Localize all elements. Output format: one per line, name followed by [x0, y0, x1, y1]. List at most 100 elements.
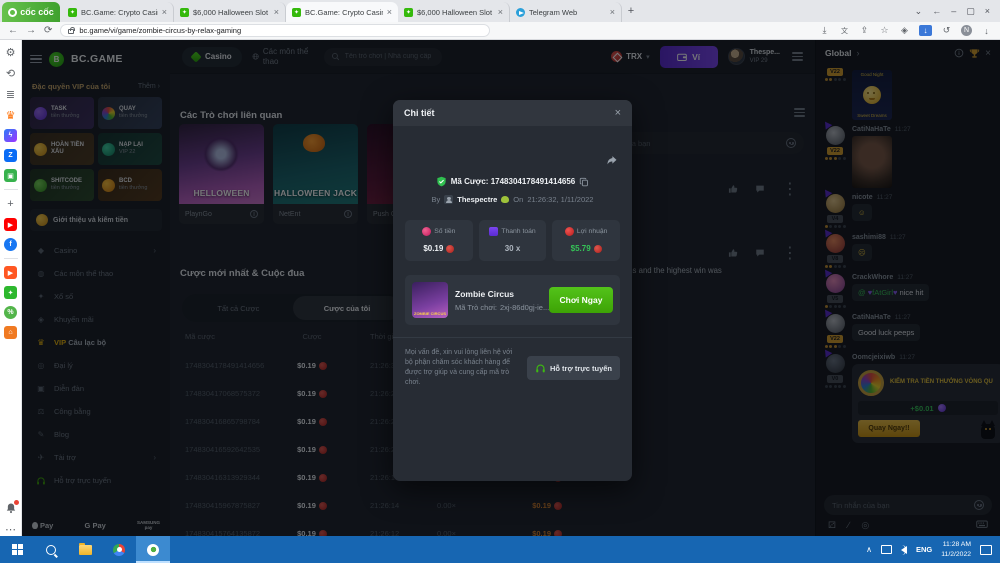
bet-details-modal: Chi tiết × Mã Cược: 1748304178491414656 … [393, 100, 632, 481]
copy-bet-id-icon[interactable] [579, 177, 589, 187]
url-text: bc.game/vi/game/zombie-circus-by-relax-g… [79, 26, 241, 35]
lock-icon [68, 29, 74, 34]
tab-title: $6,000 Halloween Slot Battle [193, 8, 270, 17]
coccoc-taskbar-icon[interactable] [136, 536, 170, 563]
modal-title: Chi tiết [404, 108, 435, 118]
tab-close-icon[interactable]: × [274, 7, 279, 17]
forward-icon[interactable]: → [26, 26, 36, 36]
tab-close-icon[interactable]: × [387, 7, 392, 17]
tray-expand-icon[interactable]: ∧ [866, 545, 872, 554]
coccoc-sidebar: ⚙ ⟲ ≣ ♛ ϟ Z ▣ + ▶ f ▶ ✦ % ⌂ ⋯ [0, 40, 22, 536]
bcgame-favicon: ✦ [404, 8, 413, 17]
shopping-cart-icon[interactable]: ⌂ [4, 326, 17, 339]
facebook-icon[interactable]: f [4, 238, 17, 251]
bcgame-favicon: ✦ [180, 8, 189, 17]
verified-shield-icon [436, 176, 447, 187]
tab-search-icon[interactable]: ⌄ [915, 6, 923, 17]
share-bet-icon[interactable] [606, 154, 618, 172]
action-center-icon[interactable] [980, 545, 992, 555]
window-minimize-button[interactable]: – [951, 6, 956, 16]
tab-close-icon[interactable]: × [162, 7, 167, 17]
bet-id-text: Mã Cược: 1748304178491414656 [451, 177, 576, 186]
user-avatar-icon [444, 195, 453, 204]
play-now-button[interactable]: Chơi Ngay [549, 287, 613, 313]
game-name: Zombie Circus [455, 289, 542, 299]
browser-tab[interactable]: Telegram Web × [510, 2, 622, 22]
stat-profit: Lợi nhuận $5.79 [552, 220, 620, 261]
add-shortcut-icon[interactable]: + [4, 197, 18, 211]
browser-addressbar: ← → ⟳ bc.game/vi/game/zombie-circus-by-r… [0, 22, 1000, 40]
bet-author-name[interactable]: Thespectre [457, 195, 497, 204]
modal-header: Chi tiết × [393, 100, 632, 126]
keyboard-language[interactable]: ENG [916, 545, 932, 554]
divider [4, 258, 18, 259]
tab-title: $6,000 Halloween Slot Battl [417, 8, 494, 17]
window-close-button[interactable]: × [985, 6, 990, 16]
back-icon[interactable]: ← [8, 26, 18, 36]
coccoc-menu-button[interactable]: cốc cốc [2, 2, 60, 22]
start-button[interactable] [0, 536, 34, 563]
window-maximize-button[interactable]: ▢ [966, 6, 975, 17]
stat-payout: Thanh toán 30 x [479, 220, 547, 261]
tab-close-icon[interactable]: × [498, 7, 503, 17]
more-icon[interactable]: ⋯ [4, 522, 18, 536]
reload-icon[interactable]: ⟳ [44, 26, 52, 36]
file-explorer-icon[interactable] [68, 536, 102, 563]
downloads-icon[interactable]: ↓ [981, 25, 992, 36]
share-icon[interactable]: ⇪ [859, 25, 870, 36]
browser-tabstrip: cốc cốc ✦ BC.Game: Crypto Casino Gam × ✦… [0, 0, 1000, 22]
browser-tab[interactable]: ✦ BC.Game: Crypto Casino Gam × [62, 2, 174, 22]
live-support-button[interactable]: Hỗ trợ trực tuyến [527, 356, 620, 380]
history-icon[interactable]: ⟲ [4, 66, 18, 80]
divider [393, 337, 632, 338]
zalo-icon[interactable]: Z [4, 149, 17, 162]
adblock-shield-icon[interactable]: ◈ [899, 25, 910, 36]
browser-tab[interactable]: ✦ $6,000 Halloween Slot Battl × [398, 2, 510, 22]
translate-icon[interactable]: 文 [839, 25, 850, 36]
save-page-icon[interactable]: ⤓ [819, 25, 830, 36]
download-manager-icon[interactable]: ↓ [919, 25, 932, 36]
tab-close-icon[interactable]: × [610, 7, 615, 17]
taskbar-search-icon[interactable] [34, 536, 68, 563]
network-icon[interactable] [881, 545, 892, 554]
chrome-icon[interactable] [102, 536, 136, 563]
tab-title: Telegram Web [529, 8, 606, 17]
promo-icon[interactable]: % [4, 306, 17, 319]
coin-icon [594, 245, 602, 253]
divider [4, 189, 18, 190]
sync-icon[interactable]: ↺ [941, 25, 952, 36]
screen: cốc cốc ✦ BC.Game: Crypto Casino Gam × ✦… [0, 0, 1000, 563]
modal-close-icon[interactable]: × [615, 107, 621, 119]
bet-stats: Số tiền $0.19 Thanh toán 30 x Lợi nhuận … [405, 220, 620, 261]
new-tab-button[interactable]: + [622, 0, 640, 22]
coccoc-brand-label: cốc cốc [20, 7, 54, 17]
bet-author-row: By Thespectre On 21:26:32, 1/11/2022 [405, 195, 620, 204]
amount-icon [422, 227, 431, 236]
profit-icon [565, 227, 574, 236]
messenger-icon[interactable]: ϟ [4, 129, 17, 142]
tab-title: BC.Game: Crypto Casino Gam [305, 8, 383, 17]
hot-crown-icon[interactable]: ♛ [4, 108, 18, 122]
game-code-row: Mã Trò chơi: 2xj-86d0gj-ie... [455, 303, 542, 312]
browser-tab[interactable]: ✦ $6,000 Halloween Slot Battle × [174, 2, 286, 22]
youtube-icon[interactable]: ▶ [4, 218, 17, 231]
bookmark-star-icon[interactable]: ☆ [879, 25, 890, 36]
taskbar-clock[interactable]: 11:28 AM11/2/2022 [941, 540, 971, 558]
browser-profile-avatar[interactable]: N [961, 25, 972, 36]
browser-tab-active[interactable]: ✦ BC.Game: Crypto Casino Gam × [286, 2, 398, 22]
tab-title: BC.Game: Crypto Casino Gam [81, 8, 158, 17]
notifications-bell-icon[interactable] [4, 501, 18, 515]
payout-icon [489, 227, 498, 236]
volume-icon[interactable] [901, 546, 907, 554]
tv-icon[interactable]: ▶ [4, 266, 17, 279]
tab-restore-icon[interactable]: ← [932, 6, 941, 16]
support-note: Mọi vấn đề, xin vui lòng liên hệ với bộ … [405, 348, 519, 389]
newsfeed-icon[interactable]: ≣ [4, 87, 18, 101]
games-icon[interactable]: ▣ [4, 169, 17, 182]
windows-taskbar: ∧ ENG 11:28 AM11/2/2022 [0, 536, 1000, 563]
bet-datetime: 21:26:32, 1/11/2022 [527, 195, 593, 204]
url-field[interactable]: bc.game/vi/game/zombie-circus-by-relax-g… [60, 24, 490, 37]
bcgame-favicon: ✦ [292, 8, 301, 17]
settings-gear-icon[interactable]: ⚙ [4, 45, 18, 59]
gift-icon[interactable]: ✦ [4, 286, 17, 299]
